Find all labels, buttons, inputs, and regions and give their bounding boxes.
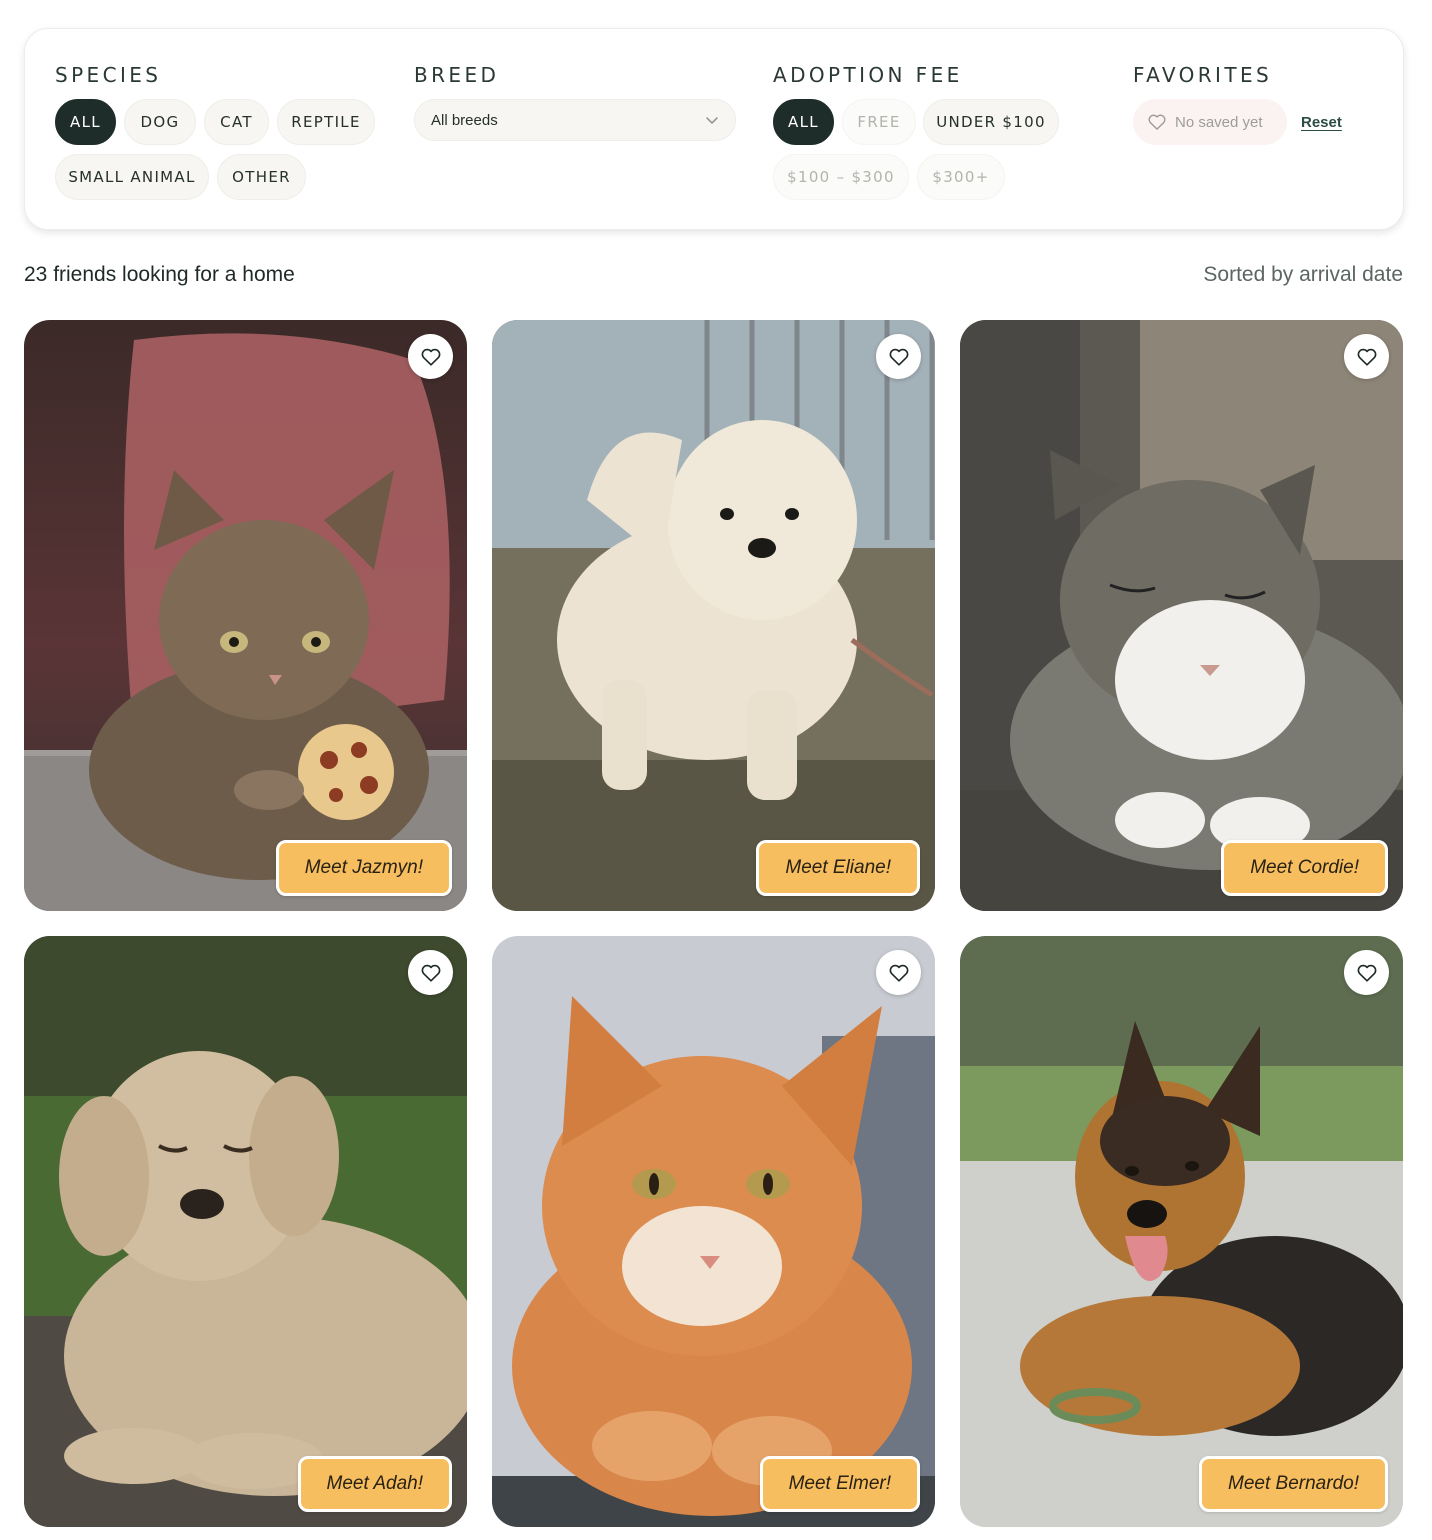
pet-photo	[960, 320, 1403, 911]
species-filter-title: SPECIES	[55, 63, 162, 87]
heart-outline-icon	[1357, 348, 1376, 366]
meet-button[interactable]: Meet Cordie!	[1221, 840, 1388, 896]
favorite-button[interactable]	[1344, 334, 1389, 379]
pet-card-jazmyn[interactable]: Meet Jazmyn!	[24, 320, 467, 911]
reset-link[interactable]: Reset	[1301, 114, 1342, 131]
pet-card-eliane[interactable]: Meet Eliane!	[492, 320, 935, 911]
fee-chip-under-100[interactable]: UNDER $100	[923, 99, 1059, 145]
favorite-button[interactable]	[876, 334, 921, 379]
breed-filter-title: BREED	[414, 63, 500, 87]
chevron-down-icon	[706, 117, 718, 124]
pet-card-bernardo[interactable]: Meet Bernardo!	[960, 936, 1403, 1527]
breed-select[interactable]: All breeds	[414, 99, 736, 141]
species-chip-small-animal[interactable]: SMALL ANIMAL	[55, 154, 209, 200]
heart-outline-icon	[889, 964, 908, 982]
species-chip-dog[interactable]: DOG	[124, 99, 196, 145]
favorite-button[interactable]	[1344, 950, 1389, 995]
fee-chip-all[interactable]: ALL	[773, 99, 834, 145]
heart-outline-icon	[421, 964, 440, 982]
heart-outline-icon	[1357, 964, 1376, 982]
results-count: 23 friends looking for a home	[24, 263, 295, 286]
favorites-toggle[interactable]: No saved yet	[1133, 99, 1287, 145]
meet-button[interactable]: Meet Elmer!	[759, 1456, 920, 1512]
pet-photo	[492, 936, 935, 1527]
breed-select-value: All breeds	[431, 111, 498, 129]
pet-card-elmer[interactable]: Meet Elmer!	[492, 936, 935, 1527]
meet-button[interactable]: Meet Jazmyn!	[275, 840, 452, 896]
pet-photo	[24, 320, 467, 911]
favorites-empty-label: No saved yet	[1175, 113, 1263, 131]
pet-photo	[24, 936, 467, 1527]
species-chip-other[interactable]: OTHER	[217, 154, 306, 200]
fee-chip-100-300[interactable]: $100 – $300	[773, 154, 909, 200]
favorite-button[interactable]	[876, 950, 921, 995]
species-chip-all[interactable]: ALL	[55, 99, 116, 145]
species-chip-reptile[interactable]: REPTILE	[277, 99, 375, 145]
meet-button[interactable]: Meet Eliane!	[756, 840, 920, 896]
meet-button[interactable]: Meet Adah!	[297, 1456, 452, 1512]
heart-outline-icon	[421, 348, 440, 366]
sort-indicator: Sorted by arrival date	[1203, 263, 1403, 286]
species-chip-cat[interactable]: CAT	[204, 99, 269, 145]
pet-photo	[960, 936, 1403, 1527]
pet-card-cordie[interactable]: Meet Cordie!	[960, 320, 1403, 911]
fee-chip-300-plus[interactable]: $300+	[917, 154, 1005, 200]
fee-filter-title: ADOPTION FEE	[773, 63, 963, 87]
heart-outline-icon	[889, 348, 908, 366]
meet-button[interactable]: Meet Bernardo!	[1199, 1456, 1388, 1512]
pet-photo	[492, 320, 935, 911]
favorite-button[interactable]	[408, 950, 453, 995]
heart-outline-icon	[1148, 114, 1166, 130]
favorites-filter-title: FAVORITES	[1133, 63, 1273, 87]
pet-card-adah[interactable]: Meet Adah!	[24, 936, 467, 1527]
filter-panel: SPECIES ALL DOG CAT REPTILE SMALL ANIMAL…	[24, 28, 1404, 230]
favorite-button[interactable]	[408, 334, 453, 379]
fee-chip-free[interactable]: FREE	[842, 99, 916, 145]
